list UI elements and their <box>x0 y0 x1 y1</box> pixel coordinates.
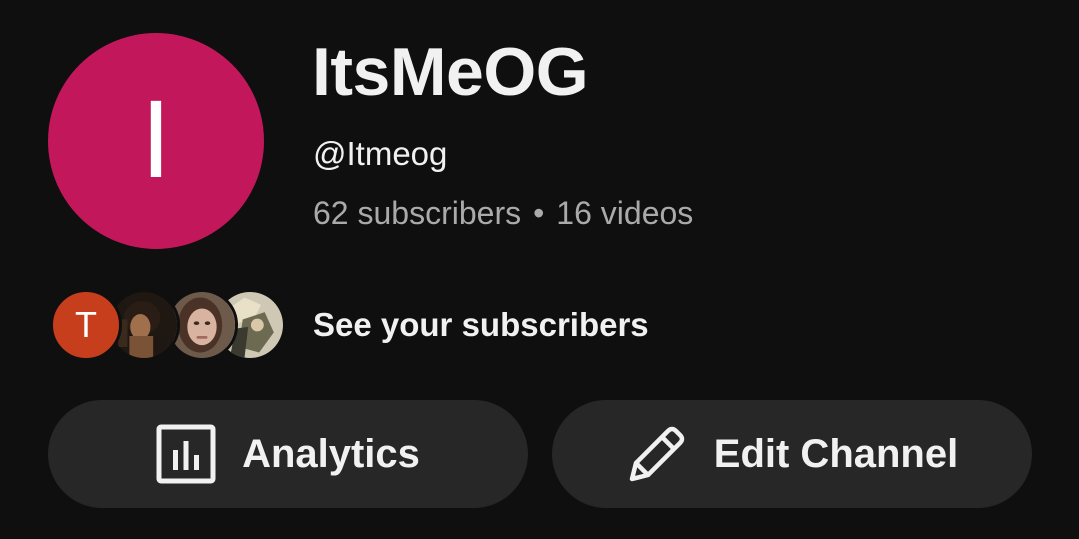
channel-handle: @Itmeog <box>313 135 448 172</box>
channel-stats: 62 subscribers • 16 videos <box>313 197 693 229</box>
subscriber-avatars-row[interactable]: T <box>50 289 286 361</box>
subscriber-avatar-stack: T <box>50 289 286 361</box>
analytics-button[interactable]: Analytics <box>48 400 528 508</box>
channel-avatar[interactable]: I <box>48 33 264 249</box>
see-subscribers-link[interactable]: See your subscribers <box>313 308 649 341</box>
edit-channel-button[interactable]: Edit Channel <box>552 400 1032 508</box>
bar-chart-icon <box>156 424 216 484</box>
analytics-button-label: Analytics <box>242 431 420 476</box>
channel-name: ItsMeOG <box>312 34 589 110</box>
stats-separator: • <box>533 195 545 231</box>
subscriber-count: 62 subscribers <box>313 195 522 231</box>
channel-avatar-letter: I <box>140 80 172 202</box>
video-count: 16 videos <box>556 195 694 231</box>
subscriber-avatar-initial: T <box>50 289 122 361</box>
edit-channel-button-label: Edit Channel <box>713 431 959 476</box>
pencil-icon <box>626 423 688 485</box>
